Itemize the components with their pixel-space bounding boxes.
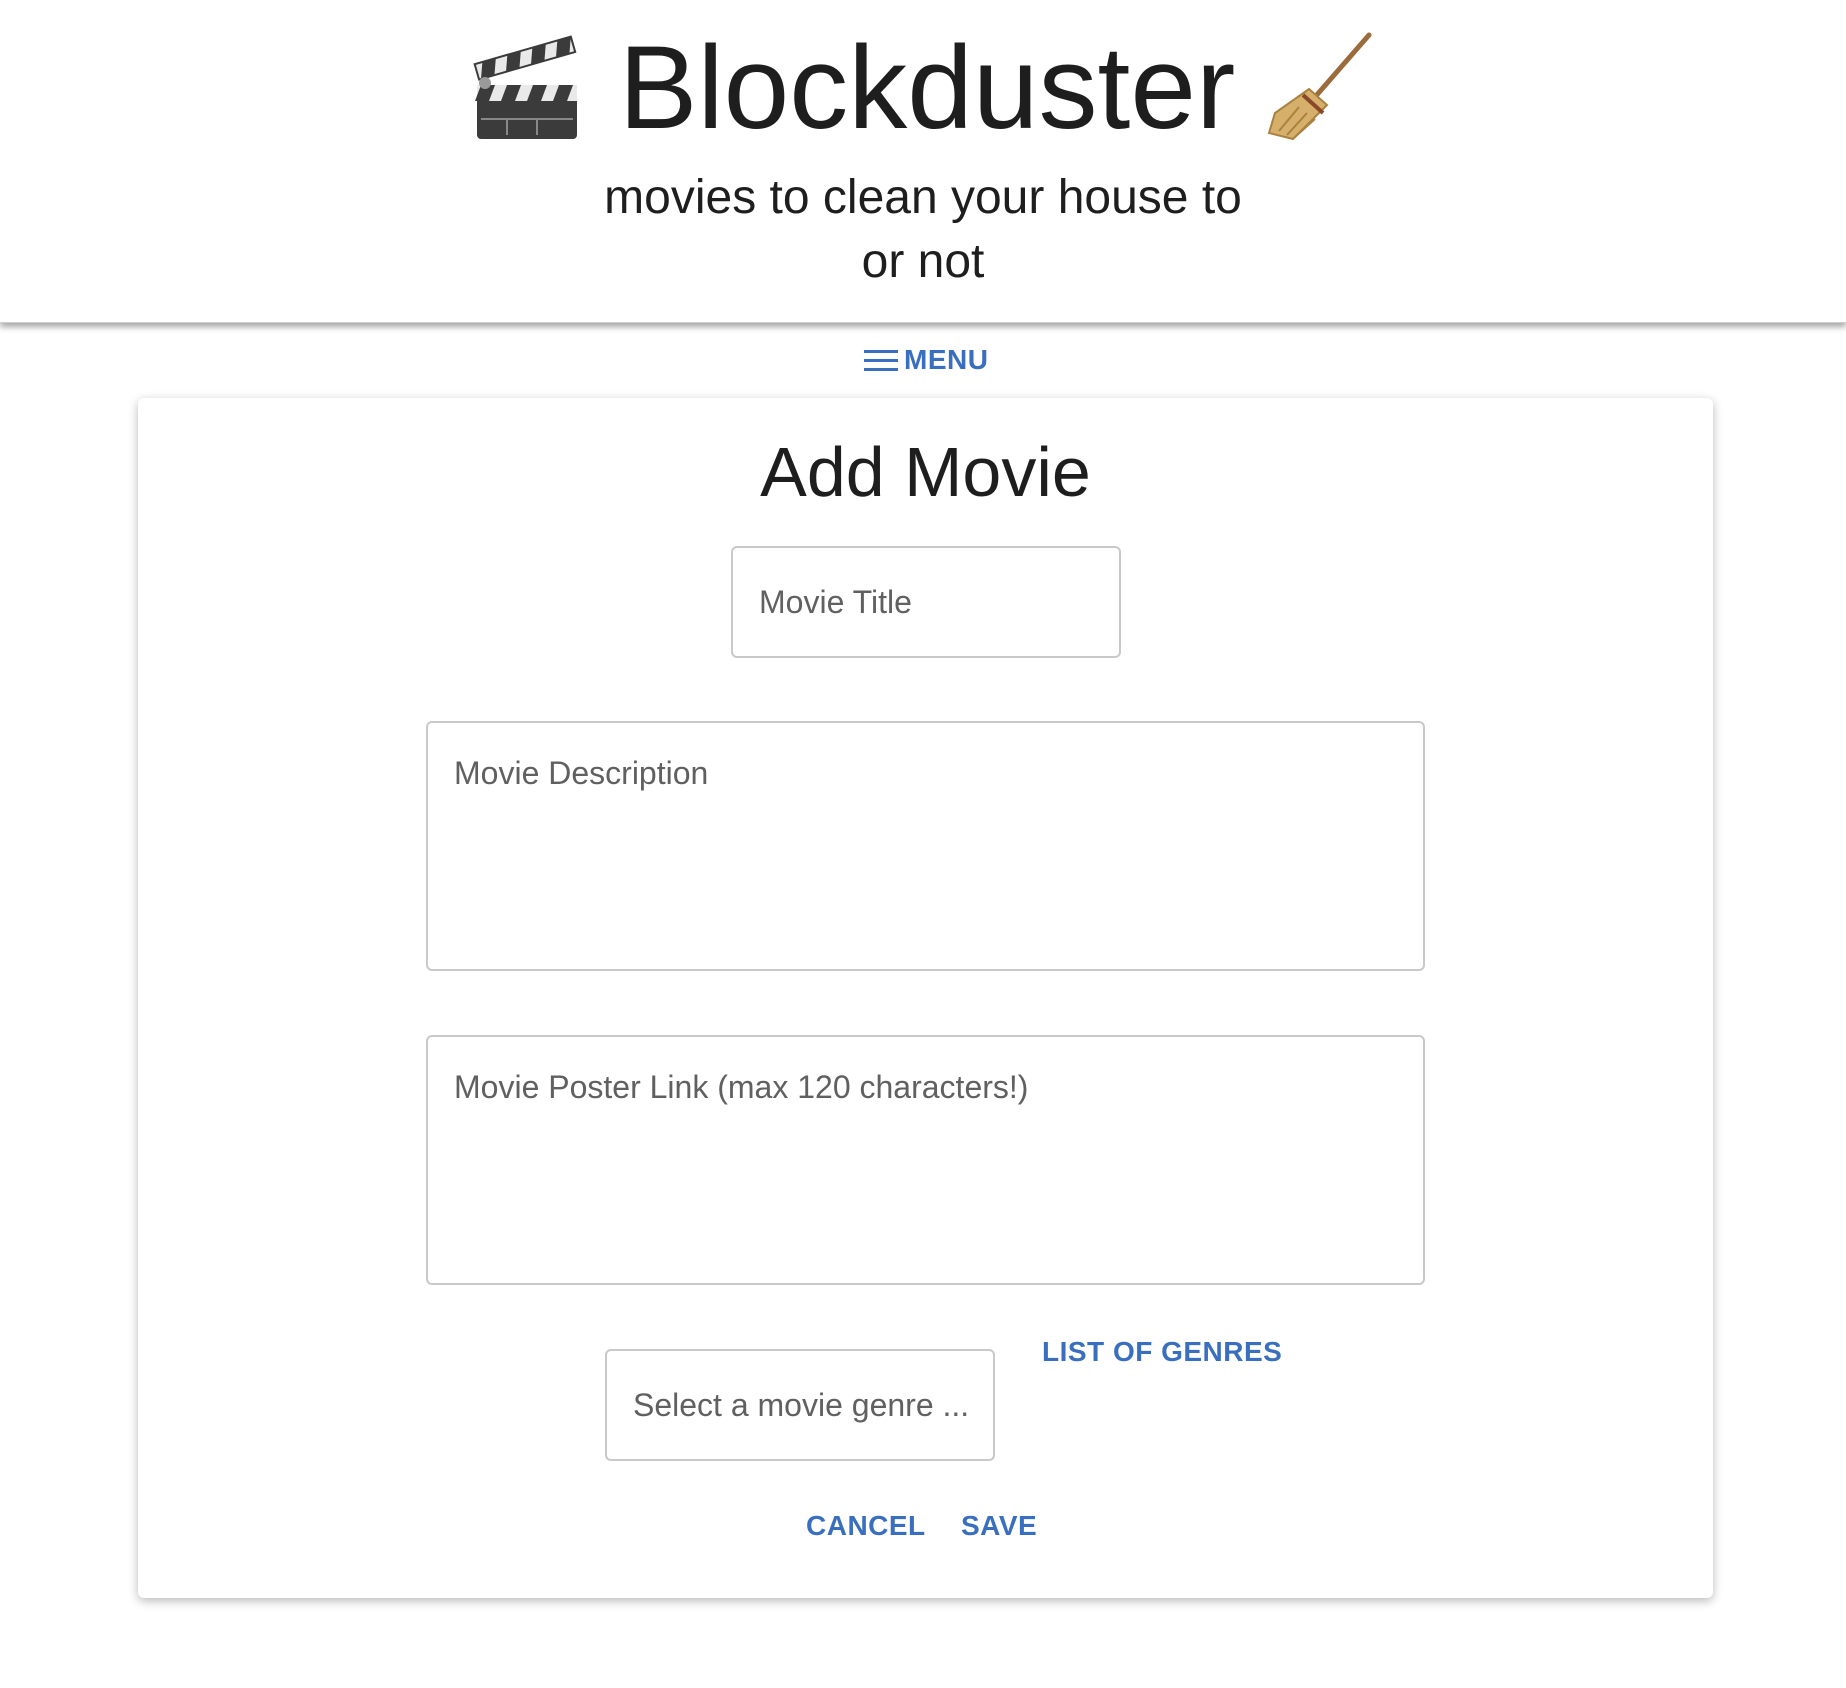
app-title: Blockduster xyxy=(618,22,1236,154)
add-movie-card: Add Movie Select a movie genre ... LIST … xyxy=(138,398,1713,1598)
subtitle-line-1: movies to clean your house to xyxy=(604,171,1242,224)
save-button[interactable]: SAVE xyxy=(961,1510,1037,1542)
clapper-board-icon xyxy=(467,27,589,149)
subtitle-line-2: or not xyxy=(861,235,985,288)
broom-icon xyxy=(1257,27,1379,149)
title-row: Blockduster xyxy=(0,18,1846,158)
list-of-genres-button[interactable]: LIST OF GENRES xyxy=(1042,1336,1282,1368)
movie-poster-link-input[interactable] xyxy=(426,1035,1425,1285)
menu-label: MENU xyxy=(904,344,989,375)
genre-select-label: Select a movie genre ... xyxy=(633,1386,970,1423)
hamburger-icon xyxy=(862,346,900,374)
cancel-button[interactable]: CANCEL xyxy=(806,1510,926,1542)
app-header: Blockduster movies to clean your house t… xyxy=(0,0,1846,323)
form-title: Add Movie xyxy=(760,433,1091,511)
genre-select[interactable]: Select a movie genre ... xyxy=(605,1349,995,1461)
menu-button[interactable]: MENU xyxy=(862,338,988,382)
movie-title-input[interactable] xyxy=(731,546,1121,658)
app-subtitle: movies to clean your house to or not xyxy=(0,166,1846,294)
movie-description-input[interactable] xyxy=(426,721,1425,971)
